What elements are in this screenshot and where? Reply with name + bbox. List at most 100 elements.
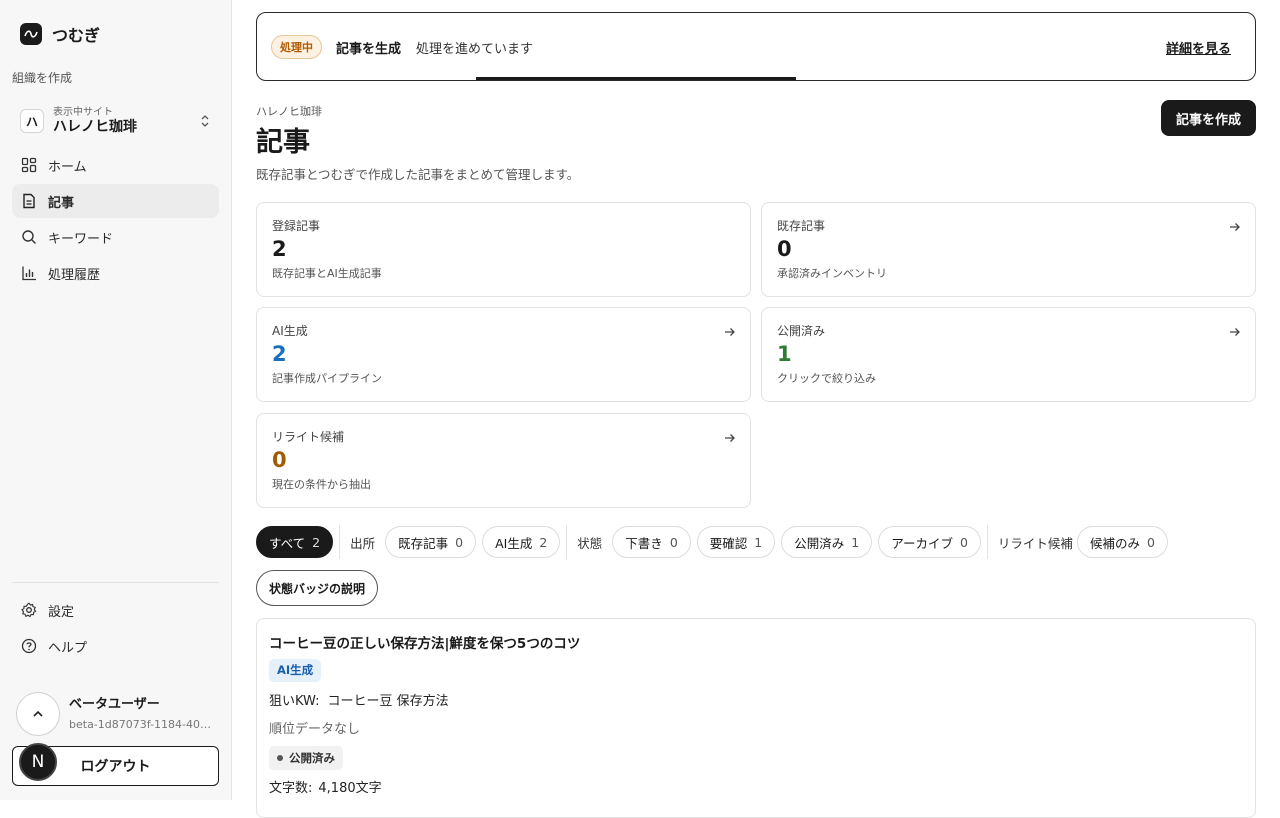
ai-generated-badge: AI生成 (269, 659, 322, 682)
main-content: 処理中 記事を生成 処理を進めています 詳細を見る ハレノヒ珈琲 記事 既存記事… (232, 0, 1280, 818)
target-keyword: 狙いKW: コーヒー豆 保存方法 (269, 690, 1243, 709)
word-count: 文字数: 4,180文字 (269, 777, 1243, 796)
chip-label: 既存記事 (398, 535, 449, 551)
logo-icon (20, 23, 42, 45)
chip-count: 2 (539, 534, 548, 550)
rank-status: 順位データなし (269, 722, 361, 737)
stat-value: 1 (777, 342, 792, 366)
stat-value: 0 (272, 448, 287, 472)
chevron-up-down-icon (201, 115, 209, 127)
page-description: 既存記事とつむぎで作成した記事をまとめて管理します。 (256, 167, 580, 182)
stat-desc: 記事作成パイプライン (272, 372, 382, 386)
user-name: ベータユーザー (69, 697, 160, 713)
chip-label: すべて (269, 535, 306, 551)
filter-ai-chip[interactable]: AI生成 2 (482, 526, 561, 558)
sidebar-item-label: キーワード (48, 231, 114, 247)
chip-label: アーカイブ (891, 535, 953, 551)
filter-group-label: 出所 (350, 535, 376, 551)
chip-count: 2 (312, 534, 321, 550)
filter-group-label: リライト候補 (997, 535, 1073, 551)
article-title[interactable]: コーヒー豆の正しい保存方法|鮮度を保つ5つのコツ (269, 632, 1243, 652)
site-avatar: ハ (20, 109, 44, 133)
stat-label: リライト候補 (272, 430, 345, 444)
create-article-button[interactable]: 記事を作成 (1161, 100, 1256, 136)
sidebar-item-help[interactable]: ヘルプ (12, 629, 219, 663)
filter-bar: すべて 2 出所 既存記事 0 AI生成 2 状態 下書き 0 要確認 1 公開済み 1 ア… (256, 525, 1174, 559)
gear-icon (21, 602, 37, 618)
filter-group-label: 状態 (577, 535, 603, 551)
sidebar-item-settings[interactable]: 設定 (12, 593, 219, 627)
stat-label: 既存記事 (777, 219, 826, 233)
search-icon (22, 230, 36, 244)
sidebar-item-label: 設定 (48, 604, 75, 620)
filter-review-chip[interactable]: 要確認 1 (696, 526, 776, 558)
stat-card-ai[interactable]: AI生成 2 記事作成パイプライン (256, 307, 751, 402)
chevron-up-icon (33, 710, 43, 717)
stat-desc: 現在の条件から抽出 (272, 478, 371, 492)
arrow-right-icon (725, 434, 735, 442)
filter-archive-chip[interactable]: アーカイブ 0 (878, 526, 981, 558)
sidebar-item-keywords[interactable]: キーワード (12, 220, 219, 254)
filter-divider (566, 525, 568, 559)
site-name: ハレノヒ珈琲 (53, 118, 137, 135)
view-details-link[interactable]: 詳細を見る (1166, 38, 1231, 57)
filter-published-chip[interactable]: 公開済み 1 (781, 526, 873, 558)
stat-value: 2 (272, 342, 287, 366)
chip-label: 公開済み (794, 535, 845, 551)
banner-title: 記事を生成 (336, 42, 402, 57)
arrow-right-icon (1230, 328, 1240, 336)
chip-label: 要確認 (709, 535, 748, 551)
page-title: 記事 (256, 127, 310, 158)
sidebar-nav: ホーム 記事 キーワード 処理履歴 (12, 148, 219, 292)
sidebar-divider (12, 582, 219, 583)
stat-card-existing[interactable]: 既存記事 0 承認済みインベントリ (761, 202, 1256, 297)
stat-label: AI生成 (272, 324, 308, 338)
user-menu-toggle[interactable] (16, 692, 60, 736)
sidebar-item-label: 記事 (48, 195, 75, 211)
chip-count: 1 (851, 534, 860, 550)
stat-value: 2 (272, 237, 287, 261)
chip-count: 0 (1146, 534, 1155, 550)
sidebar-item-articles[interactable]: 記事 (12, 184, 219, 218)
chip-label: 下書き (625, 535, 663, 551)
site-switcher[interactable]: ハ 表示中サイト ハレノヒ珈琲 (12, 100, 219, 142)
stat-label: 登録記事 (272, 219, 321, 233)
sidebar-item-home[interactable]: ホーム (12, 148, 219, 182)
help-icon (21, 638, 37, 654)
chip-count: 1 (754, 534, 763, 550)
app-logo[interactable]: つむぎ (20, 22, 100, 46)
breadcrumb[interactable]: ハレノヒ珈琲 (256, 103, 322, 119)
stat-label: 公開済み (777, 324, 826, 338)
stat-desc: 既存記事とAI生成記事 (272, 267, 382, 281)
filter-existing-chip[interactable]: 既存記事 0 (385, 526, 477, 558)
sidebar-bottom-nav: 設定 ヘルプ (12, 593, 219, 665)
filter-candidates-chip[interactable]: 候補のみ 0 (1076, 526, 1168, 558)
banner-message: 処理を進めています (416, 42, 534, 57)
sidebar-item-label: ヘルプ (48, 640, 88, 656)
chart-icon (22, 266, 36, 281)
filter-divider (339, 525, 341, 559)
processing-badge: 処理中 (271, 35, 322, 59)
stat-desc: クリックで絞り込み (777, 372, 876, 386)
stat-card-published[interactable]: 公開済み 1 クリックで絞り込み (761, 307, 1256, 402)
avatar[interactable]: N (19, 743, 57, 781)
status-legend-button[interactable]: 状態バッジの説明 (256, 570, 379, 606)
user-id: beta-1d87073f-1184-401... (69, 717, 215, 731)
sidebar-item-history[interactable]: 処理履歴 (12, 256, 219, 290)
chip-count: 0 (455, 534, 464, 550)
stat-value: 0 (777, 237, 792, 261)
article-card[interactable]: コーヒー豆の正しい保存方法|鮮度を保つ5つのコツ AI生成 狙いKW: コーヒー豆… (256, 618, 1256, 818)
filter-draft-chip[interactable]: 下書き 0 (612, 526, 691, 558)
progress-bar (476, 77, 796, 80)
user-card[interactable]: ベータユーザー beta-1d87073f-1184-401... (12, 692, 219, 736)
stat-card-rewrite[interactable]: リライト候補 0 現在の条件から抽出 (256, 413, 751, 508)
job-status-banner: 処理中 記事を生成 処理を進めています 詳細を見る (256, 12, 1256, 81)
status-badge-label: 公開済み (289, 751, 335, 765)
chip-count: 0 (959, 534, 968, 550)
status-dot-icon (277, 755, 283, 761)
sidebar: つむぎ 組織を作成 ハ 表示中サイト ハレノヒ珈琲 ホーム 記事 キーワード 処… (0, 0, 232, 800)
grid-icon (21, 157, 37, 173)
site-sub-label: 表示中サイト (53, 107, 113, 119)
filter-all-chip[interactable]: すべて 2 (256, 526, 334, 558)
org-create-link[interactable]: 組織を作成 (12, 69, 72, 86)
